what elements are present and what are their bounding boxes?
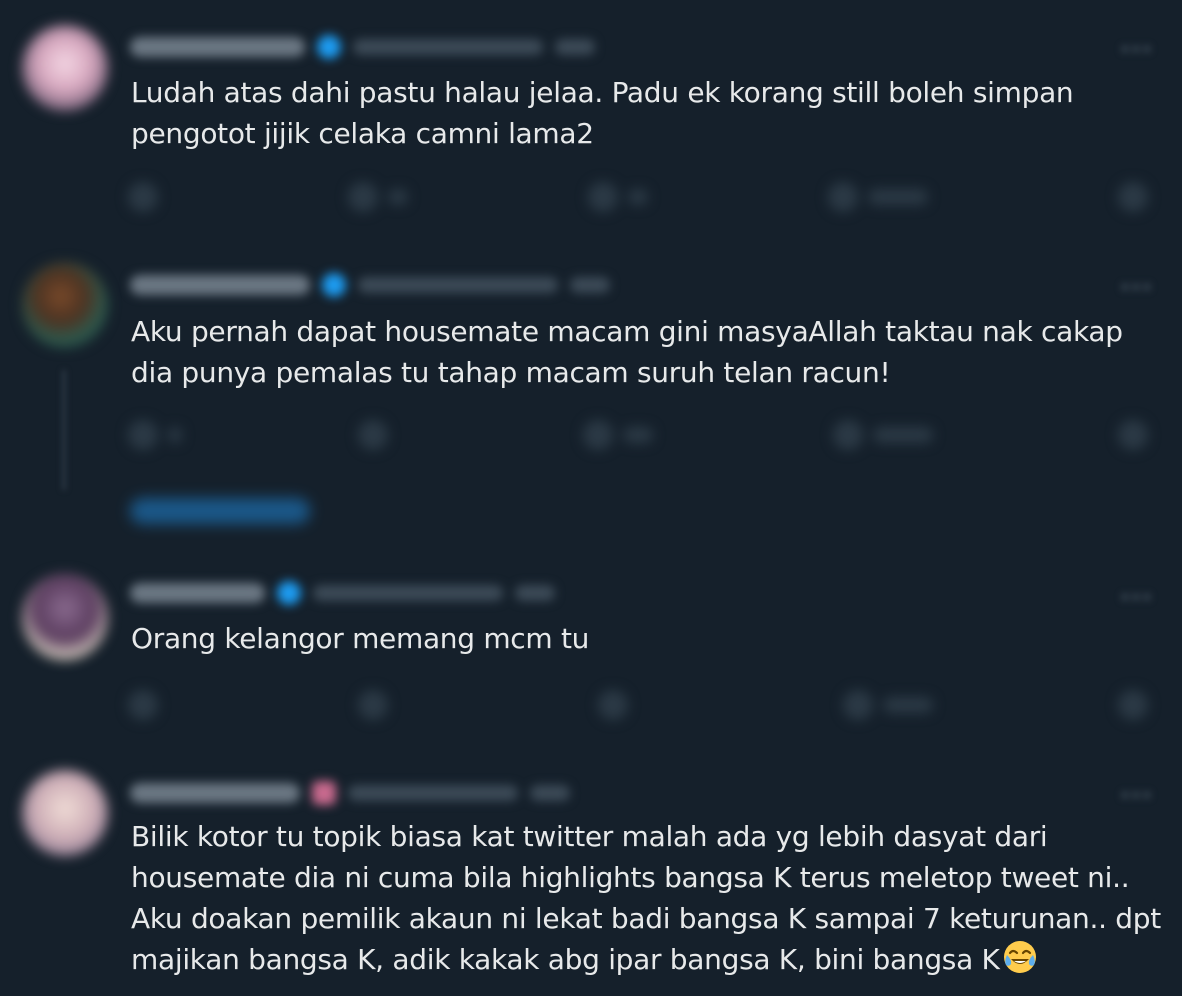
thread-connector-line: [62, 370, 66, 490]
verified-badge-icon: [322, 273, 346, 297]
show-replies-link[interactable]: [130, 498, 310, 524]
avatar[interactable]: [22, 770, 108, 856]
author-header[interactable]: [130, 580, 555, 606]
share-icon[interactable]: [1118, 690, 1148, 720]
tweet-text: Orang kelangor memang mcm tu: [131, 622, 590, 655]
avatar[interactable]: [22, 262, 108, 348]
face-with-tears-of-joy-emoji: [1003, 941, 1036, 973]
reply-icon[interactable]: [128, 420, 182, 450]
like-icon[interactable]: [583, 420, 653, 450]
avatar[interactable]: [22, 25, 108, 111]
tweet-actions: [128, 688, 1158, 722]
retweet-icon[interactable]: [348, 182, 408, 212]
more-options-icon[interactable]: [1120, 44, 1152, 54]
like-icon[interactable]: [588, 182, 648, 212]
more-options-icon[interactable]: [1120, 282, 1152, 292]
tweet-text: Ludah atas dahi pastu halau jelaa. Padu …: [131, 76, 1074, 150]
tweet-text: Bilik kotor tu topik biasa kat twitter m…: [131, 816, 1161, 980]
author-header[interactable]: [130, 272, 610, 298]
reply-icon[interactable]: [128, 182, 158, 212]
views-icon[interactable]: [843, 690, 933, 720]
share-icon[interactable]: [1118, 182, 1148, 212]
verified-badge-icon: [277, 581, 301, 605]
more-options-icon[interactable]: [1120, 592, 1152, 602]
tweet-actions: [128, 418, 1158, 452]
tweet-text: Aku pernah dapat housemate macam gini ma…: [131, 315, 1123, 389]
views-icon[interactable]: [833, 420, 933, 450]
retweet-icon[interactable]: [358, 690, 388, 720]
author-header[interactable]: [130, 780, 570, 806]
verified-badge-icon: [317, 35, 341, 59]
more-options-icon[interactable]: [1120, 790, 1152, 800]
retweet-icon[interactable]: [358, 420, 388, 450]
views-icon[interactable]: [828, 182, 928, 212]
like-icon[interactable]: [598, 690, 628, 720]
author-header[interactable]: [130, 34, 595, 60]
sparkle-badge-icon: [312, 781, 336, 805]
avatar[interactable]: [22, 574, 108, 660]
reply-icon[interactable]: [128, 690, 158, 720]
share-icon[interactable]: [1118, 420, 1148, 450]
tweet-actions: [128, 180, 1158, 214]
